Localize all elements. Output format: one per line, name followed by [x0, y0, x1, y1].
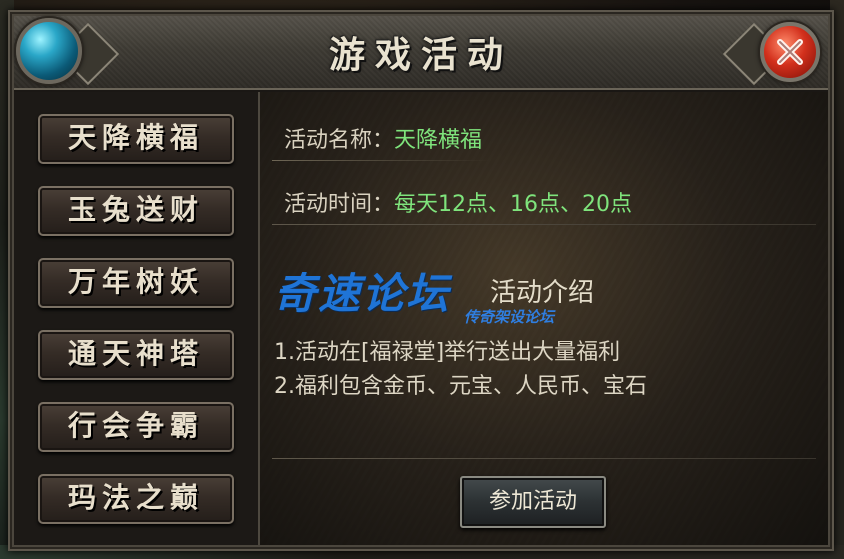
game-screen: 游戏活动 天降横福 玉兔送财 万年树妖 通天神塔 行会争霸 玛法之巅 活动名称：… [0, 0, 844, 559]
watermark-sub-text: 传奇架设论坛 [464, 308, 555, 326]
activity-name-label: 活动名称： [284, 128, 395, 153]
menu-item-tongtian-shenta[interactable]: 通天神塔 [38, 330, 234, 380]
activity-menu: 天降横福 玉兔送财 万年树妖 通天神塔 行会争霸 玛法之巅 [14, 92, 260, 545]
watermark-main-text: 奇速论坛 [274, 269, 451, 318]
activity-description-line: 1.活动在[福禄堂]举行送出大量福利 [274, 340, 621, 365]
activity-window: 游戏活动 天降横福 玉兔送财 万年树妖 通天神塔 行会争霸 玛法之巅 活动名称：… [8, 10, 834, 551]
activity-intro-heading: 活动介绍 [490, 278, 595, 308]
activity-name-row: 活动名称：天降横福 [284, 122, 482, 154]
activity-time-label: 活动时间： [284, 192, 395, 217]
activity-name-value: 天降横福 [394, 128, 483, 153]
window-title: 游戏活动 [328, 34, 513, 76]
activity-description-line: 2.福利包含金币、元宝、人民币、宝石 [274, 374, 647, 399]
close-icon [777, 39, 803, 65]
activity-time-value: 每天12点、16点、20点 [394, 192, 632, 217]
activity-time-row: 活动时间：每天12点、16点、20点 [284, 186, 632, 218]
divider [272, 160, 492, 161]
menu-item-mafa-zhidian[interactable]: 玛法之巅 [38, 474, 234, 524]
activity-details-panel: 活动名称：天降横福 活动时间：每天12点、16点、20点 奇速论坛 传奇架设论坛… [260, 92, 828, 545]
menu-item-tianjiang-hengfu[interactable]: 天降横福 [38, 114, 234, 164]
divider [272, 458, 816, 459]
divider [272, 224, 816, 225]
title-bar[interactable]: 游戏活动 [14, 16, 828, 90]
close-button[interactable] [760, 22, 820, 82]
menu-item-hanghui-zhengba[interactable]: 行会争霸 [38, 402, 234, 452]
menu-item-wannian-shuyao[interactable]: 万年树妖 [38, 258, 234, 308]
menu-item-yutu-songcai[interactable]: 玉兔送财 [38, 186, 234, 236]
blue-orb-icon [16, 18, 82, 84]
join-activity-button[interactable]: 参加活动 [460, 476, 606, 528]
